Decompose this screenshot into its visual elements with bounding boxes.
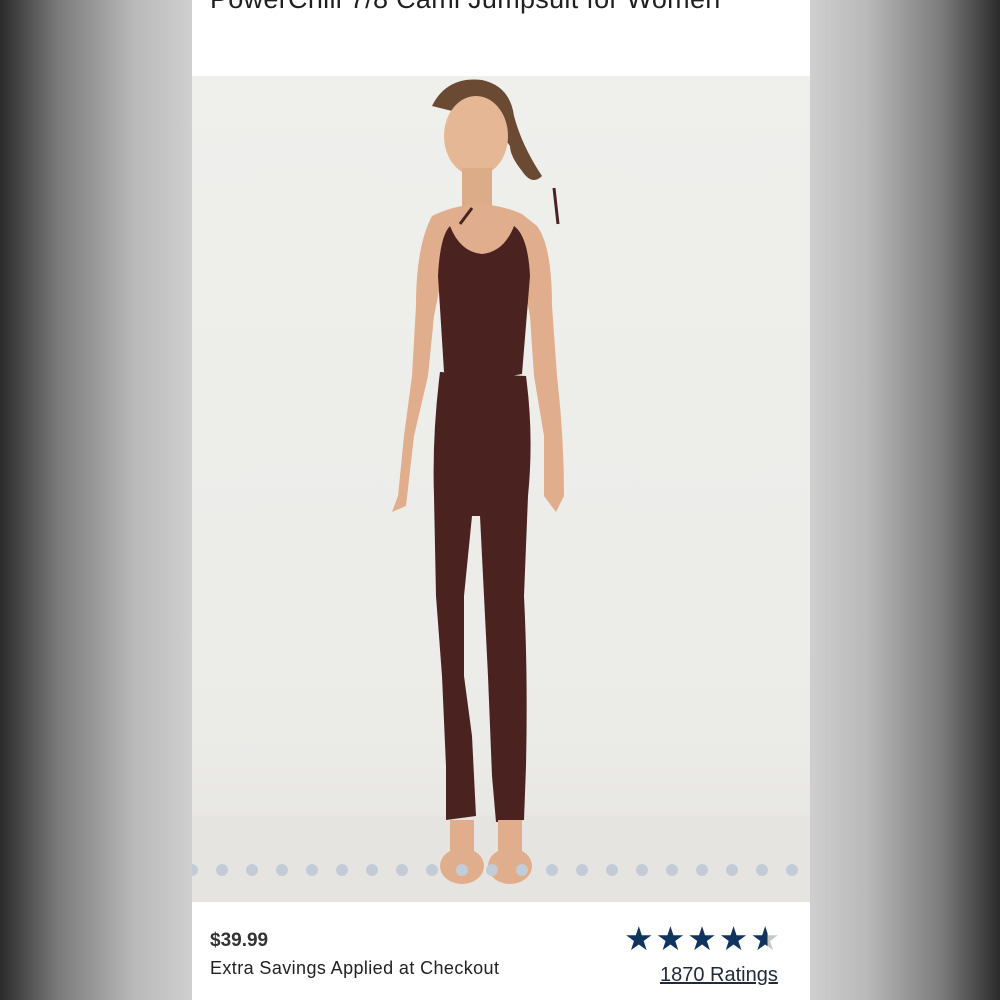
carousel-dot[interactable] [756, 864, 768, 876]
carousel-dot[interactable] [696, 864, 708, 876]
blurred-background-right [810, 0, 1000, 1000]
carousel-dot[interactable] [636, 864, 648, 876]
ratings-link[interactable]: 1870 Ratings [660, 964, 778, 987]
carousel-dot[interactable] [192, 864, 198, 876]
price: $39.99 [210, 930, 269, 951]
carousel-dot[interactable] [786, 864, 798, 876]
savings-note: Extra Savings Applied at Checkout [210, 958, 500, 978]
product-info: $39.99 Extra Savings Applied at Checkout… [192, 902, 810, 1000]
carousel-dot[interactable] [666, 864, 678, 876]
product-title: PowerChill 7/8 Cami Jumpsuit for Women [210, 0, 800, 18]
product-image[interactable] [192, 76, 810, 902]
carousel-dot[interactable] [426, 864, 438, 876]
carousel-dot[interactable] [396, 864, 408, 876]
star-icon: ★ [655, 920, 686, 957]
carousel-dot[interactable] [726, 864, 738, 876]
half-star-icon: ★ [750, 920, 780, 957]
carousel-dot[interactable] [486, 864, 498, 876]
carousel-dot[interactable] [546, 864, 558, 876]
carousel-dot[interactable] [216, 864, 228, 876]
rating-stars[interactable]: ★ ★ ★ ★ ★ [624, 922, 780, 956]
star-icon: ★ [624, 920, 654, 957]
carousel-dot[interactable] [336, 864, 348, 876]
carousel-dot[interactable] [276, 864, 288, 876]
blurred-background-left [0, 0, 192, 1000]
carousel-dots [192, 864, 810, 876]
carousel-dot[interactable] [456, 864, 468, 876]
model-illustration [392, 79, 564, 884]
product-page: PowerChill 7/8 Cami Jumpsuit for Women [192, 0, 810, 1000]
carousel-dot[interactable] [246, 864, 258, 876]
carousel-dot[interactable] [366, 864, 378, 876]
carousel-dot[interactable] [606, 864, 618, 876]
star-icon: ★ [718, 920, 749, 957]
star-icon: ★ [687, 920, 717, 957]
carousel-dot[interactable] [516, 864, 528, 876]
carousel-dot[interactable] [576, 864, 588, 876]
carousel-dot[interactable] [306, 864, 318, 876]
